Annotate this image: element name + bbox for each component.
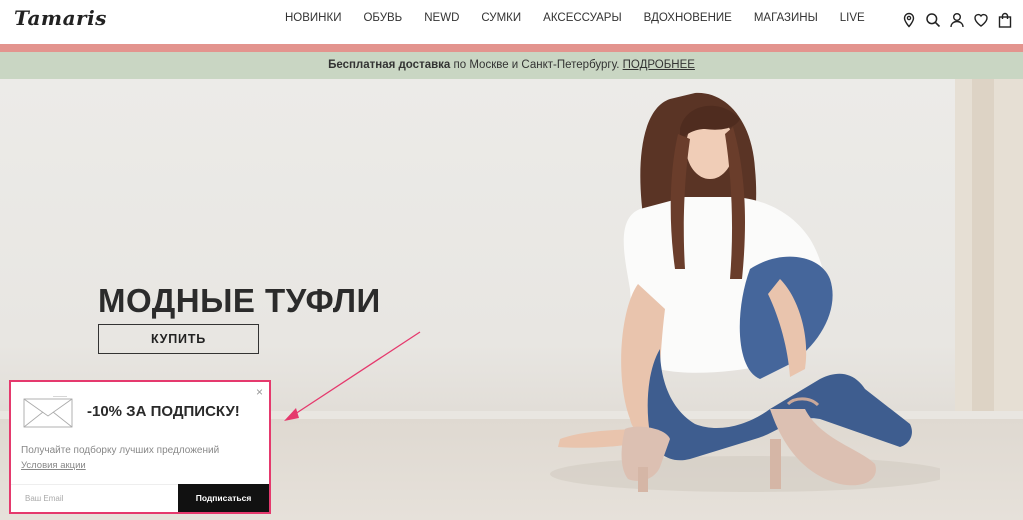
email-field[interactable] [11,484,178,512]
nav-item-aksessuary[interactable]: АКСЕССУАРЫ [543,12,622,24]
nav-item-vdohnovenie[interactable]: ВДОХНОВЕНИЕ [644,12,732,24]
location-pin-icon[interactable] [901,11,917,29]
wall-column-shadow [972,79,994,439]
close-icon[interactable]: × [256,385,263,399]
main-nav: НОВИНКИ ОБУВЬ NEWD СУМКИ АКСЕССУАРЫ ВДОХ… [274,12,876,24]
nav-item-obuv[interactable]: ОБУВЬ [363,12,402,24]
subscribe-button[interactable]: Подписаться [178,484,269,512]
popup-description: Получайте подборку лучших предложений [21,445,220,456]
tamaris-logo[interactable]: Tamaris [14,6,107,30]
site-header: Tamaris НОВИНКИ ОБУВЬ NEWD СУМКИ АКСЕССУ… [0,0,1023,44]
delivery-promo-bar: Бесплатная доставка по Москве и Санкт-Пе… [0,52,1023,79]
nav-item-magaziny[interactable]: МАГАЗИНЫ [754,12,818,24]
hero-title: МОДНЫЕ ТУФЛИ [98,282,381,319]
promo-more-link[interactable]: ПОДРОБНЕЕ [623,59,695,71]
promo-terms-link[interactable]: Условия акции [21,460,86,471]
user-icon[interactable] [949,11,965,29]
nav-item-live[interactable]: LIVE [840,12,865,24]
nav-item-newd[interactable]: NEWD [424,12,459,24]
nav-item-novinki[interactable]: НОВИНКИ [285,12,341,24]
bag-icon[interactable] [997,11,1013,29]
promo-bold-text: Бесплатная доставка [328,59,451,71]
model-photo [550,92,940,492]
accent-divider [0,44,1023,52]
header-icons [901,11,1013,29]
nav-item-sumki[interactable]: СУМКИ [481,12,521,24]
popup-title: -10% ЗА ПОДПИСКУ! [87,403,240,420]
search-icon[interactable] [925,11,941,29]
heart-icon[interactable] [973,11,989,29]
promo-text: по Москве и Санкт-Петербургу. [450,59,623,71]
envelope-icon [23,396,73,428]
subscribe-popup: × -10% ЗА ПОДПИСКУ! Получайте подборку л… [9,380,271,514]
buy-button[interactable]: КУПИТЬ [98,324,259,354]
